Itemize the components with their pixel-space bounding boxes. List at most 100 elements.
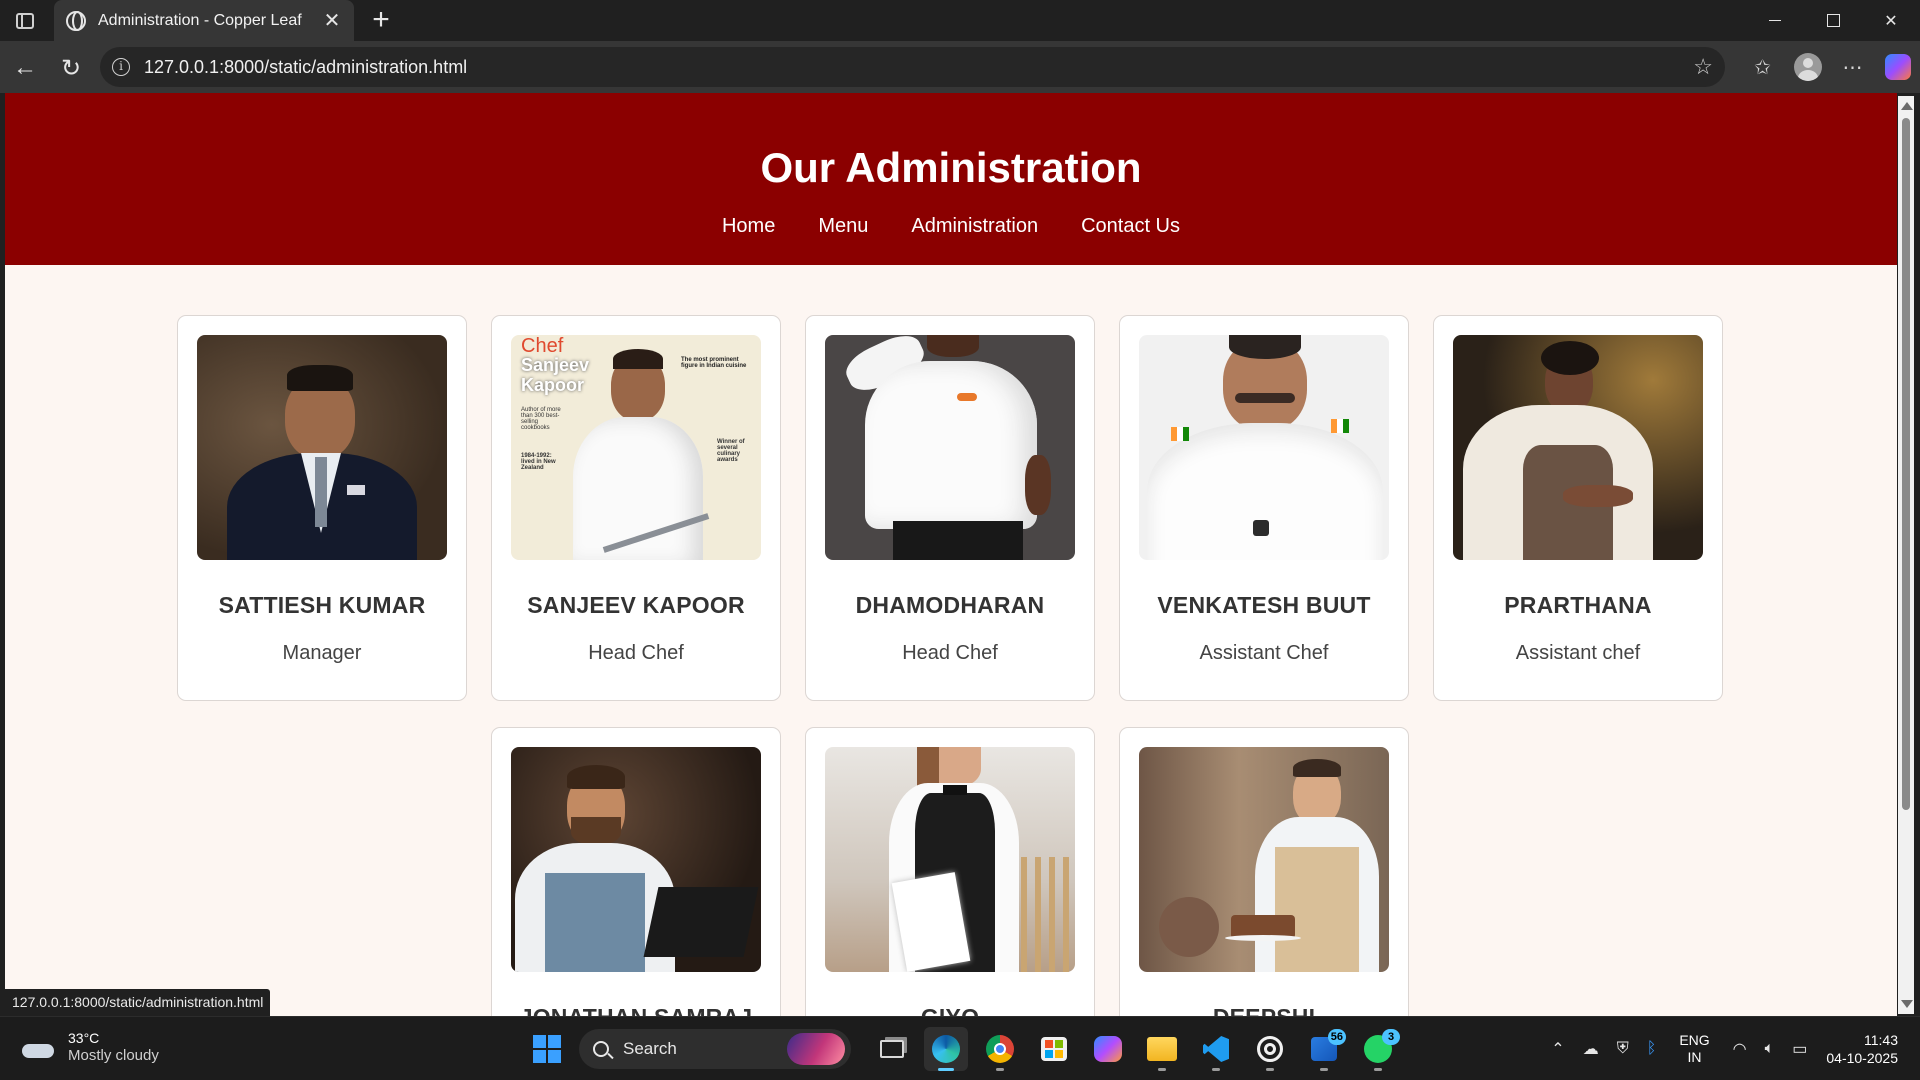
staff-card: SATTIESH KUMAR Manager — [177, 315, 467, 701]
search-icon — [593, 1041, 609, 1057]
browser-tab-strip: Administration - Copper Leaf ✕ + ✕ — [0, 0, 1920, 41]
poster-blurb-3: 1984-1992: lived in New Zealand — [521, 453, 556, 471]
staff-photo-prarthana — [1453, 335, 1703, 560]
staff-name: SATTIESH KUMAR — [218, 592, 426, 618]
staff-role: Assistant chef — [1515, 642, 1641, 664]
weather-condition: Mostly cloudy — [68, 1047, 159, 1064]
page-title: Our Administration — [760, 144, 1142, 191]
copilot-app-icon — [1094, 1036, 1122, 1062]
taskbar-whatsapp[interactable]: 3 — [1356, 1027, 1400, 1071]
task-view-button[interactable] — [870, 1027, 914, 1071]
staff-photo-sanjeev: Chef Sanjeev Kapoor The most prominent f… — [511, 335, 761, 560]
staff-card: DEEPSHI — [1119, 727, 1409, 1016]
favorite-star-icon[interactable]: ☆ — [1693, 54, 1713, 80]
poster-blurb-1: The most prominent figure in Indian cuis… — [681, 357, 747, 369]
close-window-button[interactable]: ✕ — [1862, 0, 1920, 41]
toolbar-actions: ✩ ⋯ — [1740, 49, 1920, 85]
poster-blurb-4: Winner of several culinary awards — [717, 439, 745, 463]
volume-icon[interactable]: 🔈︎ — [1765, 1040, 1775, 1058]
taskbar-search[interactable]: Search — [579, 1029, 851, 1069]
clock[interactable]: 11:43 04-10-2025 — [1826, 1031, 1898, 1067]
profile-button[interactable] — [1785, 49, 1830, 85]
staff-name: SANJEEV KAPOOR — [527, 592, 745, 618]
language-region: IN — [1687, 1049, 1702, 1065]
cloudy-weather-icon — [22, 1036, 56, 1058]
back-button[interactable]: ← — [8, 51, 42, 85]
tab-actions-menu-button[interactable] — [10, 8, 40, 34]
site-info-icon[interactable]: i — [112, 58, 130, 76]
address-url[interactable]: 127.0.0.1:8000/static/administration.htm… — [144, 57, 1693, 78]
show-hidden-icons-chevron-icon[interactable]: ⌃ — [1551, 1039, 1564, 1059]
taskbar-edge[interactable] — [924, 1027, 968, 1071]
vscode-icon — [1203, 1036, 1229, 1062]
weather-temperature: 33°C — [68, 1030, 100, 1046]
staff-photo-dhamodharan — [825, 335, 1075, 560]
weather-widget[interactable]: 33°C Mostly cloudy — [22, 1029, 159, 1065]
more-options-icon[interactable]: ⋯ — [1830, 49, 1875, 85]
staff-photo-deepshi — [1139, 747, 1389, 972]
poster-name-label: Sanjeev Kapoor — [521, 355, 590, 395]
start-button[interactable] — [525, 1027, 569, 1071]
page-scrollbar[interactable] — [1898, 96, 1914, 1014]
restore-button[interactable] — [1804, 0, 1862, 41]
nav-link-administration[interactable]: Administration — [911, 215, 1038, 238]
scroll-thumb[interactable] — [1902, 118, 1910, 810]
todo-badge: 56 — [1327, 1029, 1346, 1045]
scroll-down-arrow-icon[interactable] — [1901, 1000, 1913, 1008]
staff-card: Chef Sanjeev Kapoor The most prominent f… — [491, 315, 781, 701]
taskbar-vscode[interactable] — [1194, 1027, 1238, 1071]
browser-tab-active[interactable]: Administration - Copper Leaf ✕ — [54, 0, 354, 41]
chatgpt-icon — [1257, 1036, 1283, 1062]
favorites-icon[interactable]: ✩ — [1740, 49, 1785, 85]
staff-card: GIYO — [805, 727, 1095, 1016]
nav-link-menu[interactable]: Menu — [818, 215, 868, 238]
taskbar-chrome[interactable] — [978, 1027, 1022, 1071]
sidebar-icon — [16, 13, 34, 29]
tab-title: Administration - Copper Leaf — [98, 11, 302, 29]
window-controls: ✕ — [1746, 0, 1920, 41]
page-header: Our Administration Home Menu Administrat… — [5, 93, 1897, 265]
staff-role: Manager — [282, 642, 362, 664]
taskbar-todo[interactable]: 56 — [1302, 1027, 1346, 1071]
staff-card: VENKATESH BUUT Assistant Chef — [1119, 315, 1409, 701]
scroll-up-arrow-icon[interactable] — [1901, 102, 1913, 110]
new-tab-button[interactable]: + — [364, 4, 398, 38]
close-tab-icon[interactable]: ✕ — [322, 8, 342, 33]
staff-name: JONATHAN SAMRAJ — [492, 1004, 780, 1016]
taskbar-store[interactable] — [1032, 1027, 1076, 1071]
staff-name: DEEPSHI — [1120, 1004, 1408, 1016]
minimize-button[interactable] — [1746, 0, 1804, 41]
refresh-button[interactable]: ↻ — [54, 51, 88, 85]
staff-name: GIYO — [806, 1004, 1094, 1016]
avatar — [1793, 53, 1822, 81]
security-shield-icon[interactable]: ⛨ — [1617, 1040, 1629, 1058]
staff-role: Assistant Chef — [1199, 642, 1329, 664]
address-bar[interactable]: i 127.0.0.1:8000/static/administration.h… — [100, 47, 1725, 87]
bluetooth-icon[interactable]: ᛒ — [1647, 1040, 1657, 1058]
page-viewport: Our Administration Home Menu Administrat… — [5, 93, 1897, 1016]
onedrive-icon[interactable]: ☁ — [1583, 1039, 1599, 1059]
nav-link-contact[interactable]: Contact Us — [1081, 215, 1180, 238]
staff-card: JONATHAN SAMRAJ — [491, 727, 781, 1016]
taskbar-copilot[interactable] — [1086, 1027, 1130, 1071]
nav-link-home[interactable]: Home — [722, 215, 775, 238]
poster-blurb-2: Author of more than 300 best-selling coo… — [521, 407, 561, 431]
battery-icon[interactable]: ▭ — [1792, 1039, 1807, 1059]
wifi-icon[interactable]: ◠ — [1733, 1039, 1747, 1059]
taskbar-chatgpt[interactable] — [1248, 1027, 1292, 1071]
staff-photo-giyo — [825, 747, 1075, 972]
browser-toolbar: ← ↻ i 127.0.0.1:8000/static/administrati… — [0, 41, 1920, 93]
edge-icon — [932, 1035, 960, 1063]
store-icon — [1041, 1037, 1067, 1061]
copilot-icon — [1884, 54, 1911, 80]
staff-photo-sattiesh — [197, 335, 447, 560]
copilot-button[interactable] — [1875, 49, 1920, 85]
chrome-icon — [986, 1035, 1014, 1063]
taskbar-file-explorer[interactable] — [1140, 1027, 1184, 1071]
search-highlight-image — [787, 1033, 845, 1065]
staff-role: Head Chef — [588, 642, 684, 664]
language-code: ENG — [1679, 1032, 1710, 1048]
staff-photo-venkatesh — [1139, 335, 1389, 560]
staff-name: PRARTHANA — [1504, 592, 1652, 618]
input-language[interactable]: ENG IN — [1679, 1032, 1709, 1066]
